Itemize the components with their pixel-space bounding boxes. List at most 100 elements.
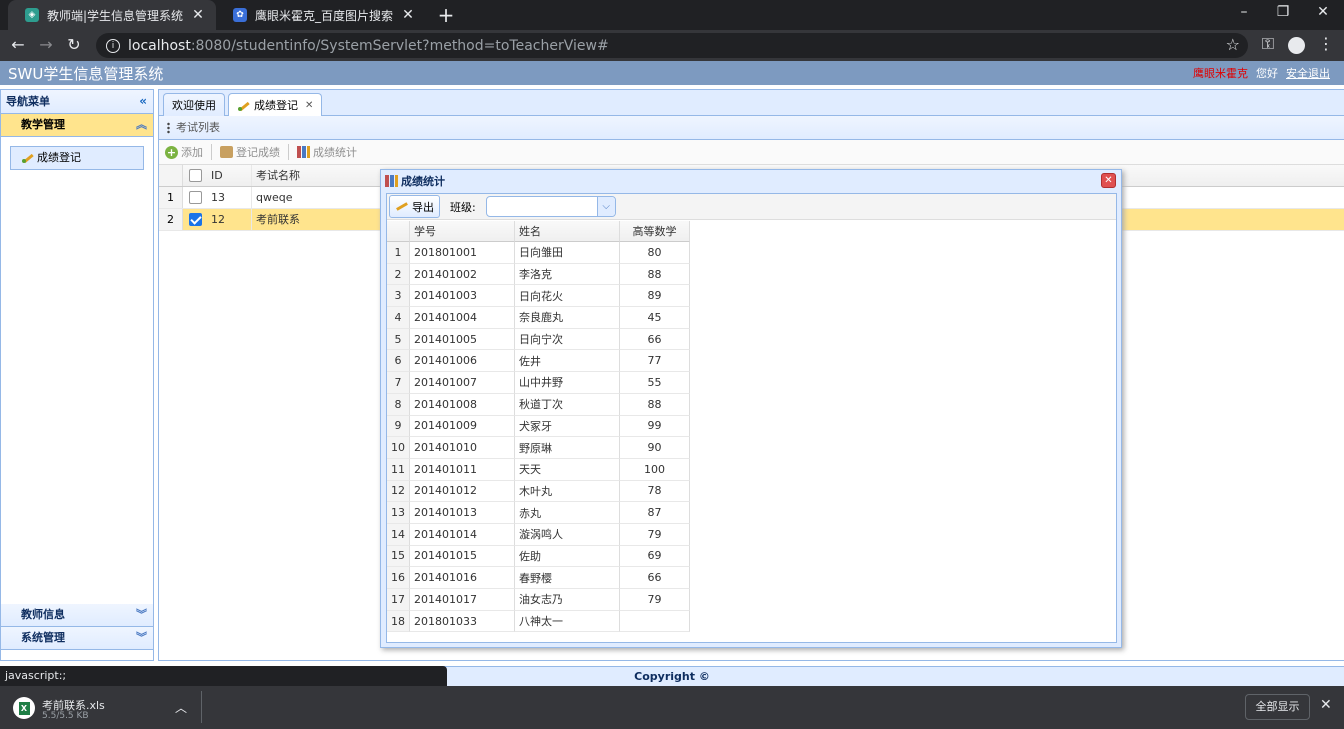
column-header-name[interactable]: 考试名称	[251, 165, 381, 186]
tab-label: 成绩登记	[254, 99, 298, 112]
reload-icon[interactable]: ↻	[64, 35, 84, 54]
forward-arrow-icon[interactable]: →	[36, 35, 56, 54]
table-row[interactable]: 5 201401005 日向宁次 66	[387, 328, 690, 351]
score-stats-button[interactable]: 成绩统计	[297, 144, 357, 160]
student-id: 201401015	[410, 545, 515, 568]
bookmark-star-icon[interactable]: ☆	[1226, 35, 1240, 54]
table-row[interactable]: 2 201401002 李洛克 88	[387, 263, 690, 286]
exam-list-title: 考试列表	[176, 121, 220, 134]
minimize-icon[interactable]: –	[1234, 4, 1254, 20]
accordion-teacher-info[interactable]: 教师信息 ︾	[1, 604, 153, 627]
table-row[interactable]: 18 201801033 八神太一	[387, 610, 690, 633]
select-all-checkbox[interactable]	[183, 169, 207, 182]
table-row[interactable]: 17 201401017 油女志乃 79	[387, 589, 690, 611]
table-row[interactable]: 3 201401003 日向花火 89	[387, 285, 690, 308]
chevron-down-icon[interactable]: ⌵	[596, 197, 615, 216]
student-id: 201401009	[410, 415, 515, 438]
chevron-up-icon[interactable]: ︿	[175, 699, 187, 716]
dialog-close-icon[interactable]: ✕	[1101, 173, 1116, 188]
row-checkbox[interactable]	[183, 191, 207, 204]
back-arrow-icon[interactable]: ←	[8, 35, 28, 54]
key-icon[interactable]: ⚿	[1258, 34, 1278, 54]
student-name: 野原琳	[515, 437, 620, 459]
menu-dots-icon[interactable]: ⋮	[1316, 34, 1336, 53]
maximize-icon[interactable]: ❐	[1273, 4, 1293, 20]
student-name: 日向宁次	[515, 328, 620, 351]
tab-score-register[interactable]: 成绩登记 ✕	[228, 93, 323, 118]
student-name: 赤丸	[515, 502, 620, 524]
table-row[interactable]: 7 201401007 山中井野 55	[387, 372, 690, 394]
chevron-up-icon[interactable]: ︽	[136, 114, 147, 136]
row-checkbox[interactable]	[183, 213, 207, 226]
row-number: 1	[387, 242, 410, 264]
math-score: 45	[620, 307, 690, 329]
score-grid-header: 学号 姓名 高等数学	[387, 221, 690, 242]
close-tab-icon[interactable]: ✕	[305, 95, 313, 117]
student-name: 犬冢牙	[515, 415, 620, 438]
add-button[interactable]: + 添加	[165, 144, 203, 160]
class-select[interactable]: ⌵	[485, 196, 616, 217]
register-score-button[interactable]: 登记成绩	[220, 144, 280, 160]
column-header-name[interactable]: 姓名	[515, 221, 620, 242]
row-number: 2	[387, 263, 410, 286]
table-row[interactable]: 10 201401010 野原琳 90	[387, 437, 690, 459]
table-row[interactable]: 14 201401014 漩涡鸣人 79	[387, 523, 690, 546]
row-number-header	[159, 165, 183, 186]
accordion-body: 成绩登记	[1, 137, 153, 604]
bar-chart-icon	[297, 146, 310, 158]
browser-tab-active[interactable]: ◈ 教师端|学生信息管理系统 ✕	[8, 0, 216, 30]
column-header-id[interactable]: ID	[207, 169, 251, 182]
score-stats-dialog: 成绩统计 ✕ 导出 班级: ⌵ 学号 姓名 高等数学 1 201801001 日向雏…	[380, 169, 1122, 648]
download-separator	[201, 691, 202, 723]
table-row[interactable]: 8 201401008 秋道丁次 88	[387, 393, 690, 416]
table-row[interactable]: 13 201401013 赤丸 87	[387, 502, 690, 524]
row-number: 13	[387, 502, 410, 524]
row-number: 8	[387, 393, 410, 416]
app-title: SWU学生信息管理系统	[8, 65, 164, 83]
row-number: 10	[387, 437, 410, 459]
site-favicon-icon: ◈	[25, 8, 39, 22]
table-row[interactable]: 15 201401015 佐助 69	[387, 545, 690, 568]
chevron-down-icon[interactable]: ︾	[136, 627, 147, 649]
close-tab-icon[interactable]: ✕	[188, 7, 208, 23]
column-header-student-id[interactable]: 学号	[410, 221, 515, 242]
dialog-title: 成绩统计	[401, 175, 445, 188]
site-info-icon[interactable]: i	[106, 38, 120, 53]
table-row[interactable]: 16 201401016 春野樱 66	[387, 567, 690, 589]
new-tab-icon[interactable]: +	[436, 3, 456, 27]
table-row[interactable]: 4 201401004 奈良鹿丸 45	[387, 307, 690, 329]
nav-item-score-register[interactable]: 成绩登记	[10, 146, 144, 170]
address-bar[interactable]: i localhost:8080/studentinfo/SystemServl…	[96, 33, 1248, 58]
browser-tab-inactive[interactable]: ✿ 鹰眼米霍克_百度图片搜索 ✕	[216, 0, 426, 30]
close-tab-icon[interactable]: ✕	[398, 7, 418, 23]
table-row[interactable]: 11 201401011 天天 100	[387, 458, 690, 481]
math-score: 55	[620, 372, 690, 394]
window-close-icon[interactable]: ✕	[1313, 4, 1333, 20]
student-name: 奈良鹿丸	[515, 307, 620, 329]
table-row[interactable]: 1 201801001 日向雏田 80	[387, 242, 690, 264]
close-download-bar-icon[interactable]: ✕	[1320, 697, 1332, 713]
math-score: 99	[620, 415, 690, 438]
collapse-panel-icon[interactable]: «	[139, 90, 147, 113]
export-button[interactable]: 导出	[389, 195, 440, 218]
student-id: 201401005	[410, 328, 515, 351]
url-text: localhost:8080/studentinfo/SystemServlet…	[128, 37, 609, 54]
accordion-title: 教师信息	[21, 608, 65, 621]
tab-welcome[interactable]: 欢迎使用	[163, 93, 225, 117]
exam-toolbar: + 添加 登记成绩 成绩统计	[159, 140, 1344, 165]
show-all-button[interactable]: 全部显示	[1245, 694, 1310, 720]
table-row[interactable]: 6 201401006 佐井 77	[387, 350, 690, 373]
column-header-math[interactable]: 高等数学	[620, 221, 690, 242]
table-row[interactable]: 9 201401009 犬冢牙 99	[387, 415, 690, 438]
math-score: 66	[620, 567, 690, 589]
table-row[interactable]: 12 201401012 木叶丸 78	[387, 480, 690, 503]
math-score: 100	[620, 458, 690, 481]
row-number-header	[387, 221, 410, 242]
accordion-system-management[interactable]: 系统管理 ︾	[1, 627, 153, 650]
accordion-teaching-management[interactable]: 教学管理 ︽	[1, 114, 153, 137]
bar-chart-icon	[385, 175, 398, 187]
logout-link[interactable]: 安全退出	[1286, 65, 1330, 81]
excel-file-icon[interactable]: X	[13, 697, 35, 719]
chevron-down-icon[interactable]: ︾	[136, 604, 147, 626]
profile-avatar-icon[interactable]	[1288, 37, 1305, 54]
